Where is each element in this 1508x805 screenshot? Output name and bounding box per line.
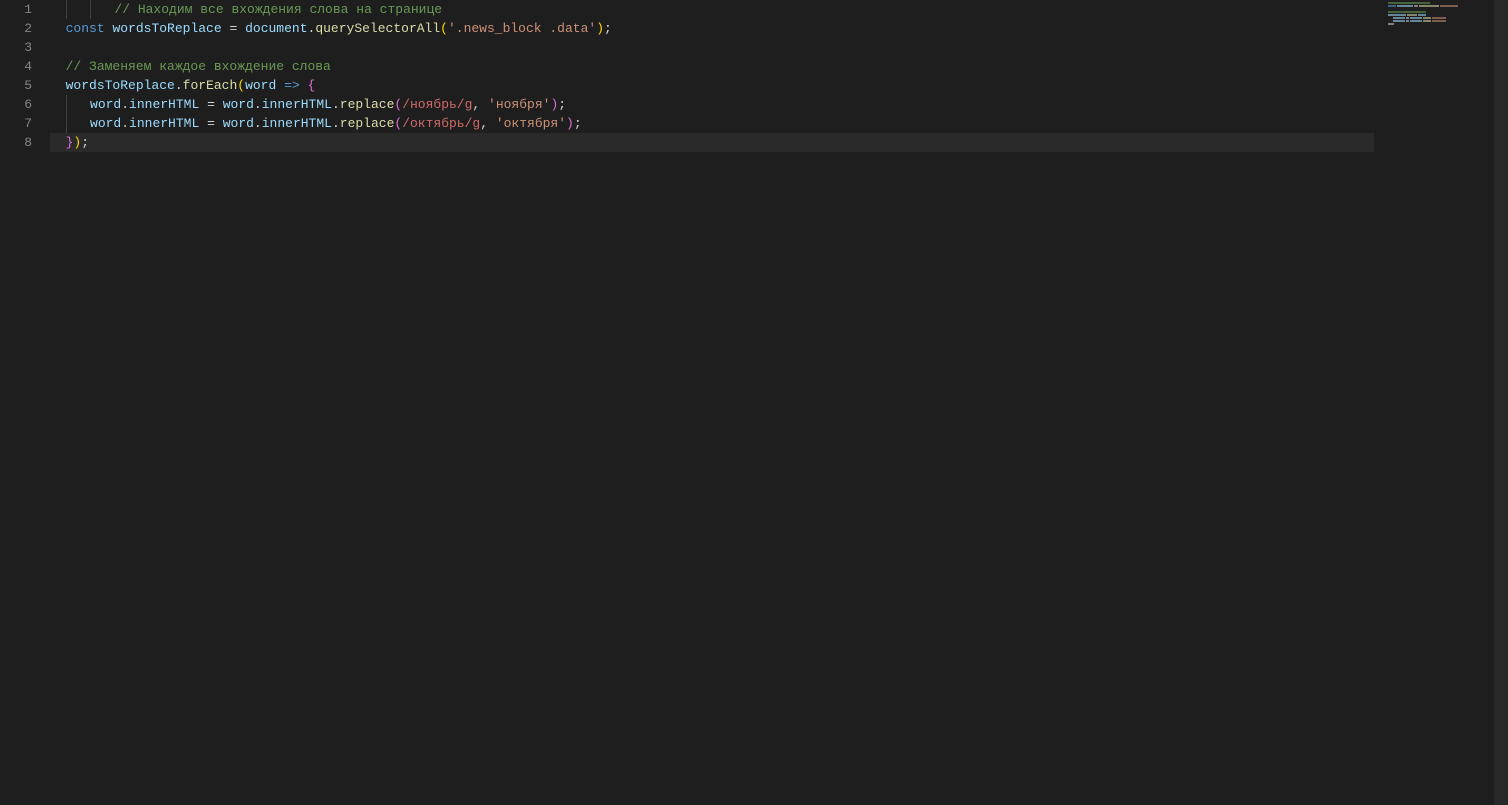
line-number: 8 <box>0 133 32 152</box>
line-number: 1 <box>0 0 32 19</box>
line-number: 3 <box>0 38 32 57</box>
code-line[interactable]: wordsToReplace.forEach(word => { <box>50 76 1374 95</box>
minimap[interactable] <box>1374 0 1494 805</box>
code-line[interactable]: const wordsToReplace = document.querySel… <box>50 19 1374 38</box>
code-line[interactable]: word.innerHTML = word.innerHTML.replace(… <box>50 114 1374 133</box>
minimap-content <box>1388 2 1488 26</box>
line-number: 5 <box>0 76 32 95</box>
code-editor[interactable]: 12345678 // Находим все вхождения слова … <box>0 0 1508 805</box>
vertical-scrollbar[interactable] <box>1494 0 1508 805</box>
line-number: 2 <box>0 19 32 38</box>
line-number: 4 <box>0 57 32 76</box>
code-line[interactable]: // Находим все вхождения слова на страни… <box>50 0 1374 19</box>
code-line[interactable]: word.innerHTML = word.innerHTML.replace(… <box>50 95 1374 114</box>
line-number: 6 <box>0 95 32 114</box>
code-line[interactable] <box>50 38 1374 57</box>
line-number: 7 <box>0 114 32 133</box>
line-number-gutter: 12345678 <box>0 0 50 805</box>
scrollbar-track <box>1494 0 1508 805</box>
code-line[interactable]: }); <box>50 133 1374 152</box>
code-line[interactable]: // Заменяем каждое вхождение слова <box>50 57 1374 76</box>
code-area[interactable]: // Находим все вхождения слова на страни… <box>50 0 1374 805</box>
